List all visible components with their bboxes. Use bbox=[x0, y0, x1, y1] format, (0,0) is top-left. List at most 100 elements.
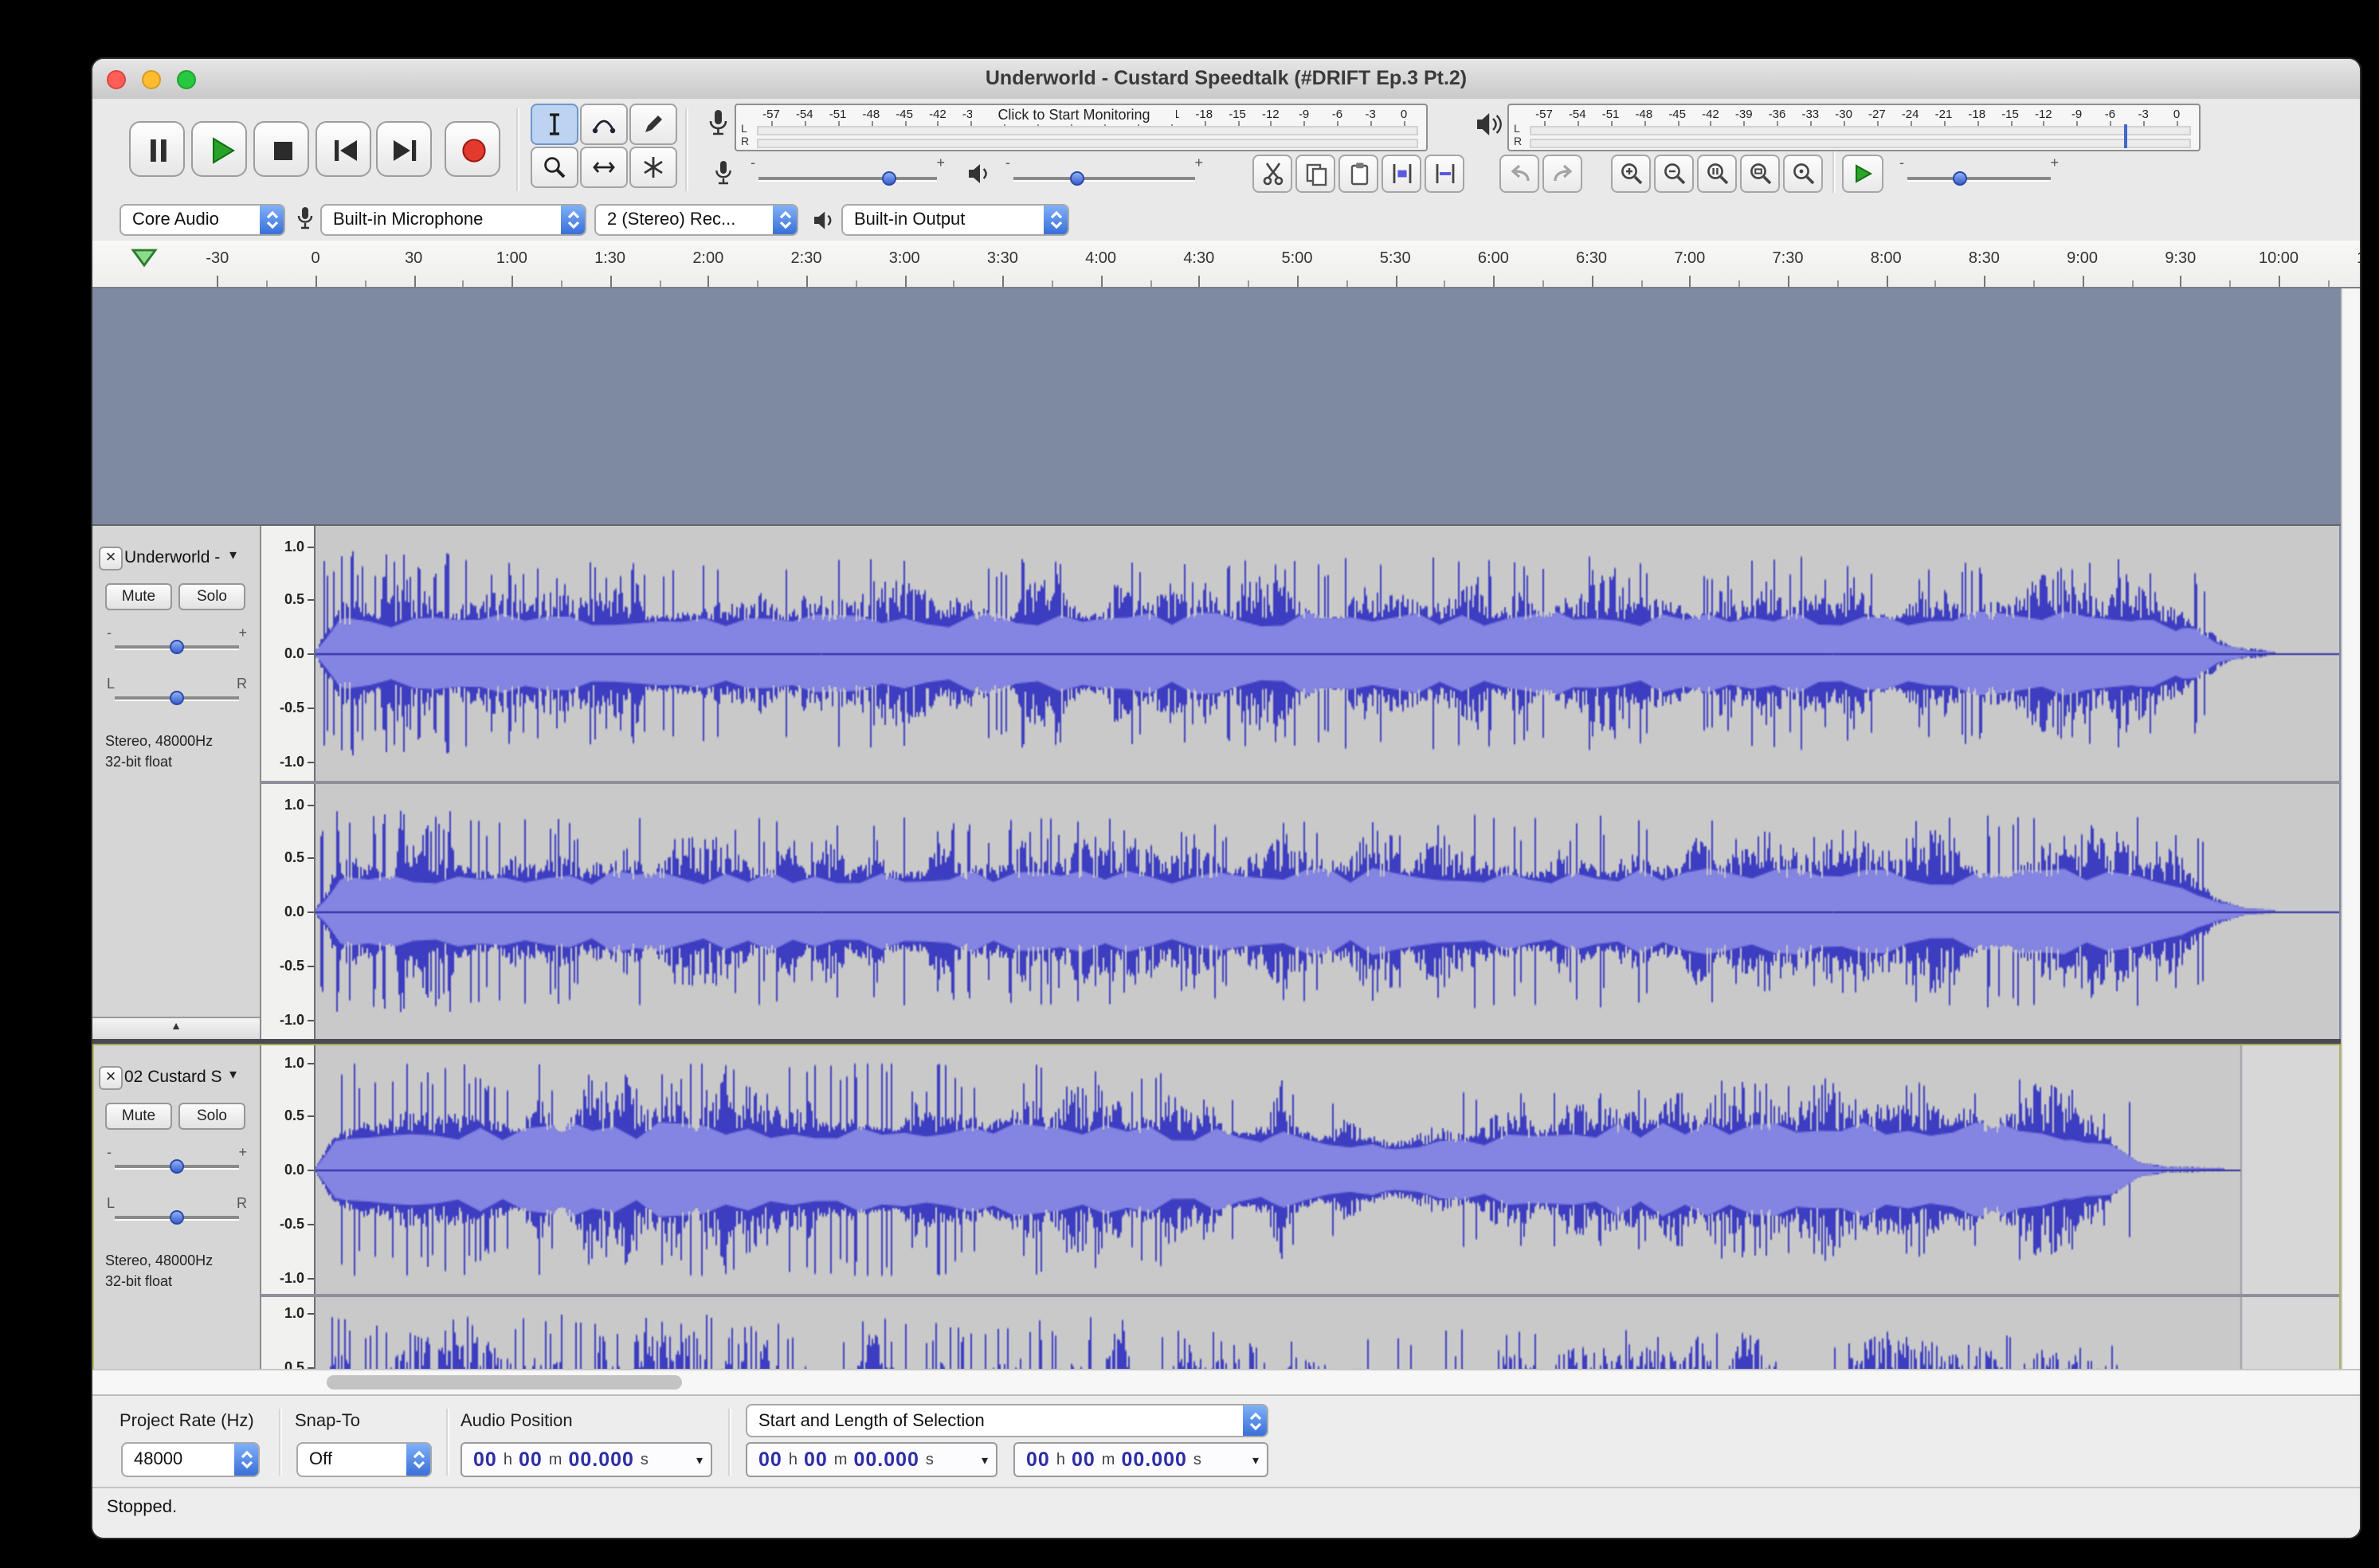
waveform-track2-left[interactable] bbox=[316, 1045, 2339, 1294]
playback-volume-thumb[interactable] bbox=[1070, 171, 1084, 186]
seconds-value[interactable]: 00.000 bbox=[1121, 1448, 1186, 1471]
stepper-icon bbox=[406, 1444, 430, 1476]
recording-volume-slider[interactable]: - + bbox=[749, 155, 947, 193]
status-bar: Stopped. bbox=[92, 1487, 2360, 1538]
skip-to-end-button[interactable] bbox=[376, 121, 432, 177]
track-menu-caret-icon[interactable]: ▾ bbox=[229, 1066, 237, 1084]
track-gain-thumb[interactable] bbox=[170, 1159, 184, 1174]
track-pan-slider[interactable]: L R bbox=[105, 676, 249, 711]
play-speed-slider[interactable]: - + bbox=[1898, 155, 2060, 193]
snap-to-select[interactable]: Off bbox=[296, 1442, 432, 1477]
collapse-track-button[interactable]: ▲ bbox=[92, 1017, 260, 1039]
horizontal-scrollbar-thumb[interactable] bbox=[327, 1375, 682, 1390]
track-pan-thumb[interactable] bbox=[170, 1210, 184, 1225]
audio-host-select[interactable]: Core Audio bbox=[120, 204, 285, 236]
field-caret-icon[interactable]: ▾ bbox=[696, 1452, 703, 1467]
minutes-value[interactable]: 00 bbox=[1072, 1448, 1095, 1471]
multi-tool-button[interactable] bbox=[629, 147, 677, 188]
redo-button[interactable] bbox=[1542, 155, 1582, 193]
toolbar-separator bbox=[1832, 151, 1836, 193]
seconds-value[interactable]: 00.000 bbox=[853, 1448, 919, 1471]
pause-button[interactable] bbox=[129, 121, 185, 177]
playback-meter[interactable]: L R -57-54-51-48-45-42-39-36-33-30-27-24… bbox=[1507, 104, 2201, 151]
zoom-tool-button[interactable] bbox=[531, 147, 578, 188]
paste-button[interactable] bbox=[1338, 155, 1378, 193]
zoom-in-button[interactable] bbox=[1611, 155, 1651, 193]
track-area[interactable]: 1.00.50.0-0.5-1.0 1.00.50.0-0.5-1.0 1.00… bbox=[92, 288, 2341, 1369]
titlebar[interactable]: Underworld - Custard Speedtalk (#DRIFT E… bbox=[92, 59, 2360, 100]
fit-selection-button[interactable] bbox=[1697, 155, 1737, 193]
recording-volume-thumb[interactable] bbox=[882, 171, 896, 186]
playback-volume-slider[interactable]: - + bbox=[1004, 155, 1205, 193]
horizontal-scrollbar[interactable] bbox=[92, 1369, 2361, 1394]
monitor-prompt[interactable]: Click to Start Monitoring bbox=[972, 107, 1176, 124]
play-speed-thumb[interactable] bbox=[1954, 171, 1968, 186]
time-shift-tool-button[interactable] bbox=[580, 147, 628, 188]
selection-start-field[interactable]: 00h 00m 00.000s ▾ bbox=[746, 1442, 997, 1477]
audio-position-field[interactable]: 00h 00m 00.000s ▾ bbox=[461, 1442, 712, 1477]
track-pan-thumb[interactable] bbox=[170, 691, 184, 705]
vertical-scale-track2-left[interactable]: 1.00.50.0-0.5-1.0 bbox=[261, 1045, 316, 1294]
waveform-track2-right[interactable] bbox=[316, 1297, 2339, 1369]
track-gain-slider[interactable]: - + bbox=[105, 625, 249, 660]
draw-tool-button[interactable] bbox=[629, 104, 677, 145]
solo-button[interactable]: Solo bbox=[178, 1103, 245, 1130]
vertical-scale-track2-right[interactable]: 1.00.50.0-0.5-1.0 bbox=[261, 1297, 316, 1369]
track-menu-caret-icon[interactable]: ▾ bbox=[229, 547, 237, 564]
project-rate-select[interactable]: 48000 bbox=[121, 1442, 260, 1477]
waveform-track1-left[interactable] bbox=[316, 526, 2339, 781]
waveform-track1-right[interactable] bbox=[316, 784, 2339, 1039]
solo-button[interactable]: Solo bbox=[178, 583, 245, 610]
selection-length-field[interactable]: 00h 00m 00.000s ▾ bbox=[1013, 1442, 1268, 1477]
hours-value[interactable]: 00 bbox=[1026, 1448, 1050, 1471]
close-track-button[interactable]: × bbox=[99, 1066, 123, 1090]
hours-value[interactable]: 00 bbox=[473, 1448, 497, 1471]
fit-project-button[interactable] bbox=[1740, 155, 1780, 193]
close-track-button[interactable]: × bbox=[99, 547, 123, 570]
mute-button[interactable]: Mute bbox=[105, 1103, 172, 1130]
cut-button[interactable] bbox=[1252, 155, 1292, 193]
slider-plus-label: + bbox=[2050, 156, 2059, 171]
selection-tool-button[interactable] bbox=[531, 104, 578, 145]
hours-value[interactable]: 00 bbox=[758, 1448, 782, 1471]
mute-button[interactable]: Mute bbox=[105, 583, 172, 610]
recording-channels-select[interactable]: 2 (Stereo) Rec... bbox=[594, 204, 798, 236]
selection-mode-select[interactable]: Start and Length of Selection bbox=[746, 1404, 1268, 1437]
zoom-out-button[interactable] bbox=[1654, 155, 1694, 193]
recording-meter[interactable]: L R -57-54-51-48-45-42-39-36-33-30-27-24… bbox=[735, 104, 1428, 151]
zoom-toggle-button[interactable] bbox=[1783, 155, 1823, 193]
timeline-scale: -300301:001:302:002:303:003:304:004:305:… bbox=[92, 241, 2360, 287]
timeline-ruler[interactable]: -300301:001:302:002:303:003:304:004:305:… bbox=[92, 241, 2360, 288]
field-caret-icon[interactable]: ▾ bbox=[1252, 1452, 1259, 1467]
seconds-value[interactable]: 00.000 bbox=[568, 1448, 633, 1471]
skip-to-start-button[interactable] bbox=[316, 121, 371, 177]
track2-control-panel[interactable]: × 02 Custard S ▾ Mute Solo - + L R Stere… bbox=[92, 1045, 261, 1369]
undo-button[interactable] bbox=[1499, 155, 1539, 193]
copy-button[interactable] bbox=[1295, 155, 1335, 193]
recording-channels-value: 2 (Stereo) Rec... bbox=[596, 210, 773, 229]
play-button[interactable] bbox=[191, 121, 247, 177]
pencil-icon bbox=[641, 112, 666, 137]
track-title[interactable]: Underworld - bbox=[124, 548, 223, 567]
trim-audio-button[interactable] bbox=[1382, 155, 1421, 193]
playback-device-select[interactable]: Built-in Output bbox=[841, 204, 1069, 236]
vertical-scale-track1-right[interactable]: 1.00.50.0-0.5-1.0 bbox=[261, 784, 316, 1039]
track1-control-panel[interactable]: × Underworld - ▾ Mute Solo - + L R Stere… bbox=[92, 526, 261, 1039]
track-gain-thumb[interactable] bbox=[170, 640, 184, 654]
minutes-value[interactable]: 00 bbox=[519, 1448, 543, 1471]
envelope-tool-button[interactable] bbox=[580, 104, 628, 145]
field-caret-icon[interactable]: ▾ bbox=[982, 1452, 988, 1467]
track-title[interactable]: 02 Custard S bbox=[124, 1068, 223, 1087]
silence-audio-button[interactable] bbox=[1425, 155, 1464, 193]
minutes-value[interactable]: 00 bbox=[804, 1448, 828, 1471]
vertical-scrollbar[interactable] bbox=[2341, 288, 2361, 1369]
track-divider[interactable] bbox=[92, 1039, 2341, 1045]
track-pan-slider[interactable]: L R bbox=[105, 1195, 249, 1230]
track-gain-slider[interactable]: - + bbox=[105, 1144, 249, 1179]
recording-device-select[interactable]: Built-in Microphone bbox=[320, 204, 586, 236]
record-button[interactable] bbox=[445, 121, 500, 177]
play-at-speed-button[interactable] bbox=[1842, 155, 1883, 193]
stop-button[interactable] bbox=[253, 121, 309, 177]
vertical-scale-track1-left[interactable]: 1.00.50.0-0.5-1.0 bbox=[261, 526, 316, 781]
copy-icon bbox=[1303, 161, 1328, 186]
